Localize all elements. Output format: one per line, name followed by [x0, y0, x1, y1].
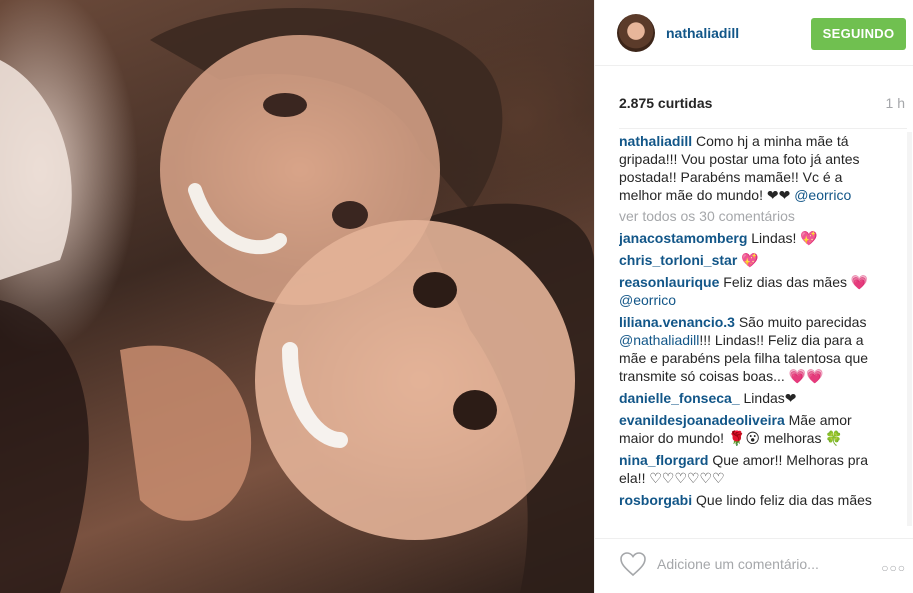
avatar[interactable]	[617, 14, 655, 52]
post-side-panel: nathaliadill SEGUINDO 2.875 curtidas 1 h…	[594, 0, 913, 593]
post-time[interactable]: 1 h	[886, 95, 905, 111]
comment-username[interactable]: liliana.venancio.3	[619, 314, 735, 330]
comment-item: liliana.venancio.3 São muito parecidas @…	[619, 313, 887, 385]
likes-count[interactable]: 2.875 curtidas	[619, 95, 712, 111]
caption: nathaliadill Como hj a minha mãe tá grip…	[619, 132, 887, 204]
comment-username[interactable]: reasonlaurique	[619, 274, 719, 290]
comment-item: reasonlaurique Feliz dias das mães 💗 @eo…	[619, 273, 887, 309]
comments-list: nathaliadill Como hj a minha mãe tá grip…	[619, 132, 887, 526]
comment-mention[interactable]: @eorrico	[619, 292, 676, 308]
comment-text: Lindas! 💖	[747, 230, 818, 246]
heart-icon[interactable]	[619, 551, 647, 577]
comment-item: evanildesjoanadeoliveira Mãe amor maior …	[619, 411, 887, 447]
comment-username[interactable]: evanildesjoanadeoliveira	[619, 412, 785, 428]
following-button[interactable]: SEGUINDO	[811, 18, 906, 50]
comments-scrollbar[interactable]	[907, 132, 912, 526]
comment-text: Lindas❤	[739, 390, 797, 406]
likes-row: 2.875 curtidas 1 h	[619, 95, 905, 115]
view-all-comments-link[interactable]: ver todos os 30 comentários	[619, 208, 887, 224]
comment-item: nina_florgard Que amor!! Melhoras pra el…	[619, 451, 887, 487]
comment-username[interactable]: chris_torloni_star	[619, 252, 737, 268]
comment-username[interactable]: nina_florgard	[619, 452, 708, 468]
comment-text: Que lindo feliz dia das mães	[692, 492, 872, 508]
comment-username[interactable]: janacostamomberg	[619, 230, 747, 246]
add-comment-input[interactable]	[655, 551, 859, 577]
comment-item: danielle_fonseca_ Lindas❤	[619, 389, 887, 407]
photo-illustration	[0, 7, 594, 593]
comment-item: janacostamomberg Lindas! 💖	[619, 229, 887, 247]
comment-text: 💖	[737, 252, 759, 268]
comment-mention[interactable]: @nathaliadill	[619, 332, 699, 348]
caption-username[interactable]: nathaliadill	[619, 133, 692, 149]
comment-text: São muito parecidas	[734, 314, 867, 330]
caption-mention[interactable]: @eorrico	[794, 187, 851, 203]
comment-username[interactable]: rosborgabi	[619, 492, 692, 508]
comment-username[interactable]: danielle_fonseca_	[619, 390, 740, 406]
post-username[interactable]: nathaliadill	[666, 25, 739, 41]
post-header: nathaliadill SEGUINDO	[595, 0, 913, 66]
comment-item: chris_torloni_star 💖	[619, 251, 887, 269]
divider	[619, 128, 907, 129]
more-options-icon[interactable]: ○○○	[881, 561, 906, 575]
post-photo	[0, 0, 594, 593]
comment-text: Feliz dias das mães 💗	[719, 274, 869, 290]
comment-item: rosborgabi Que lindo feliz dia das mães	[619, 491, 887, 509]
comment-bar: ○○○	[595, 538, 913, 593]
